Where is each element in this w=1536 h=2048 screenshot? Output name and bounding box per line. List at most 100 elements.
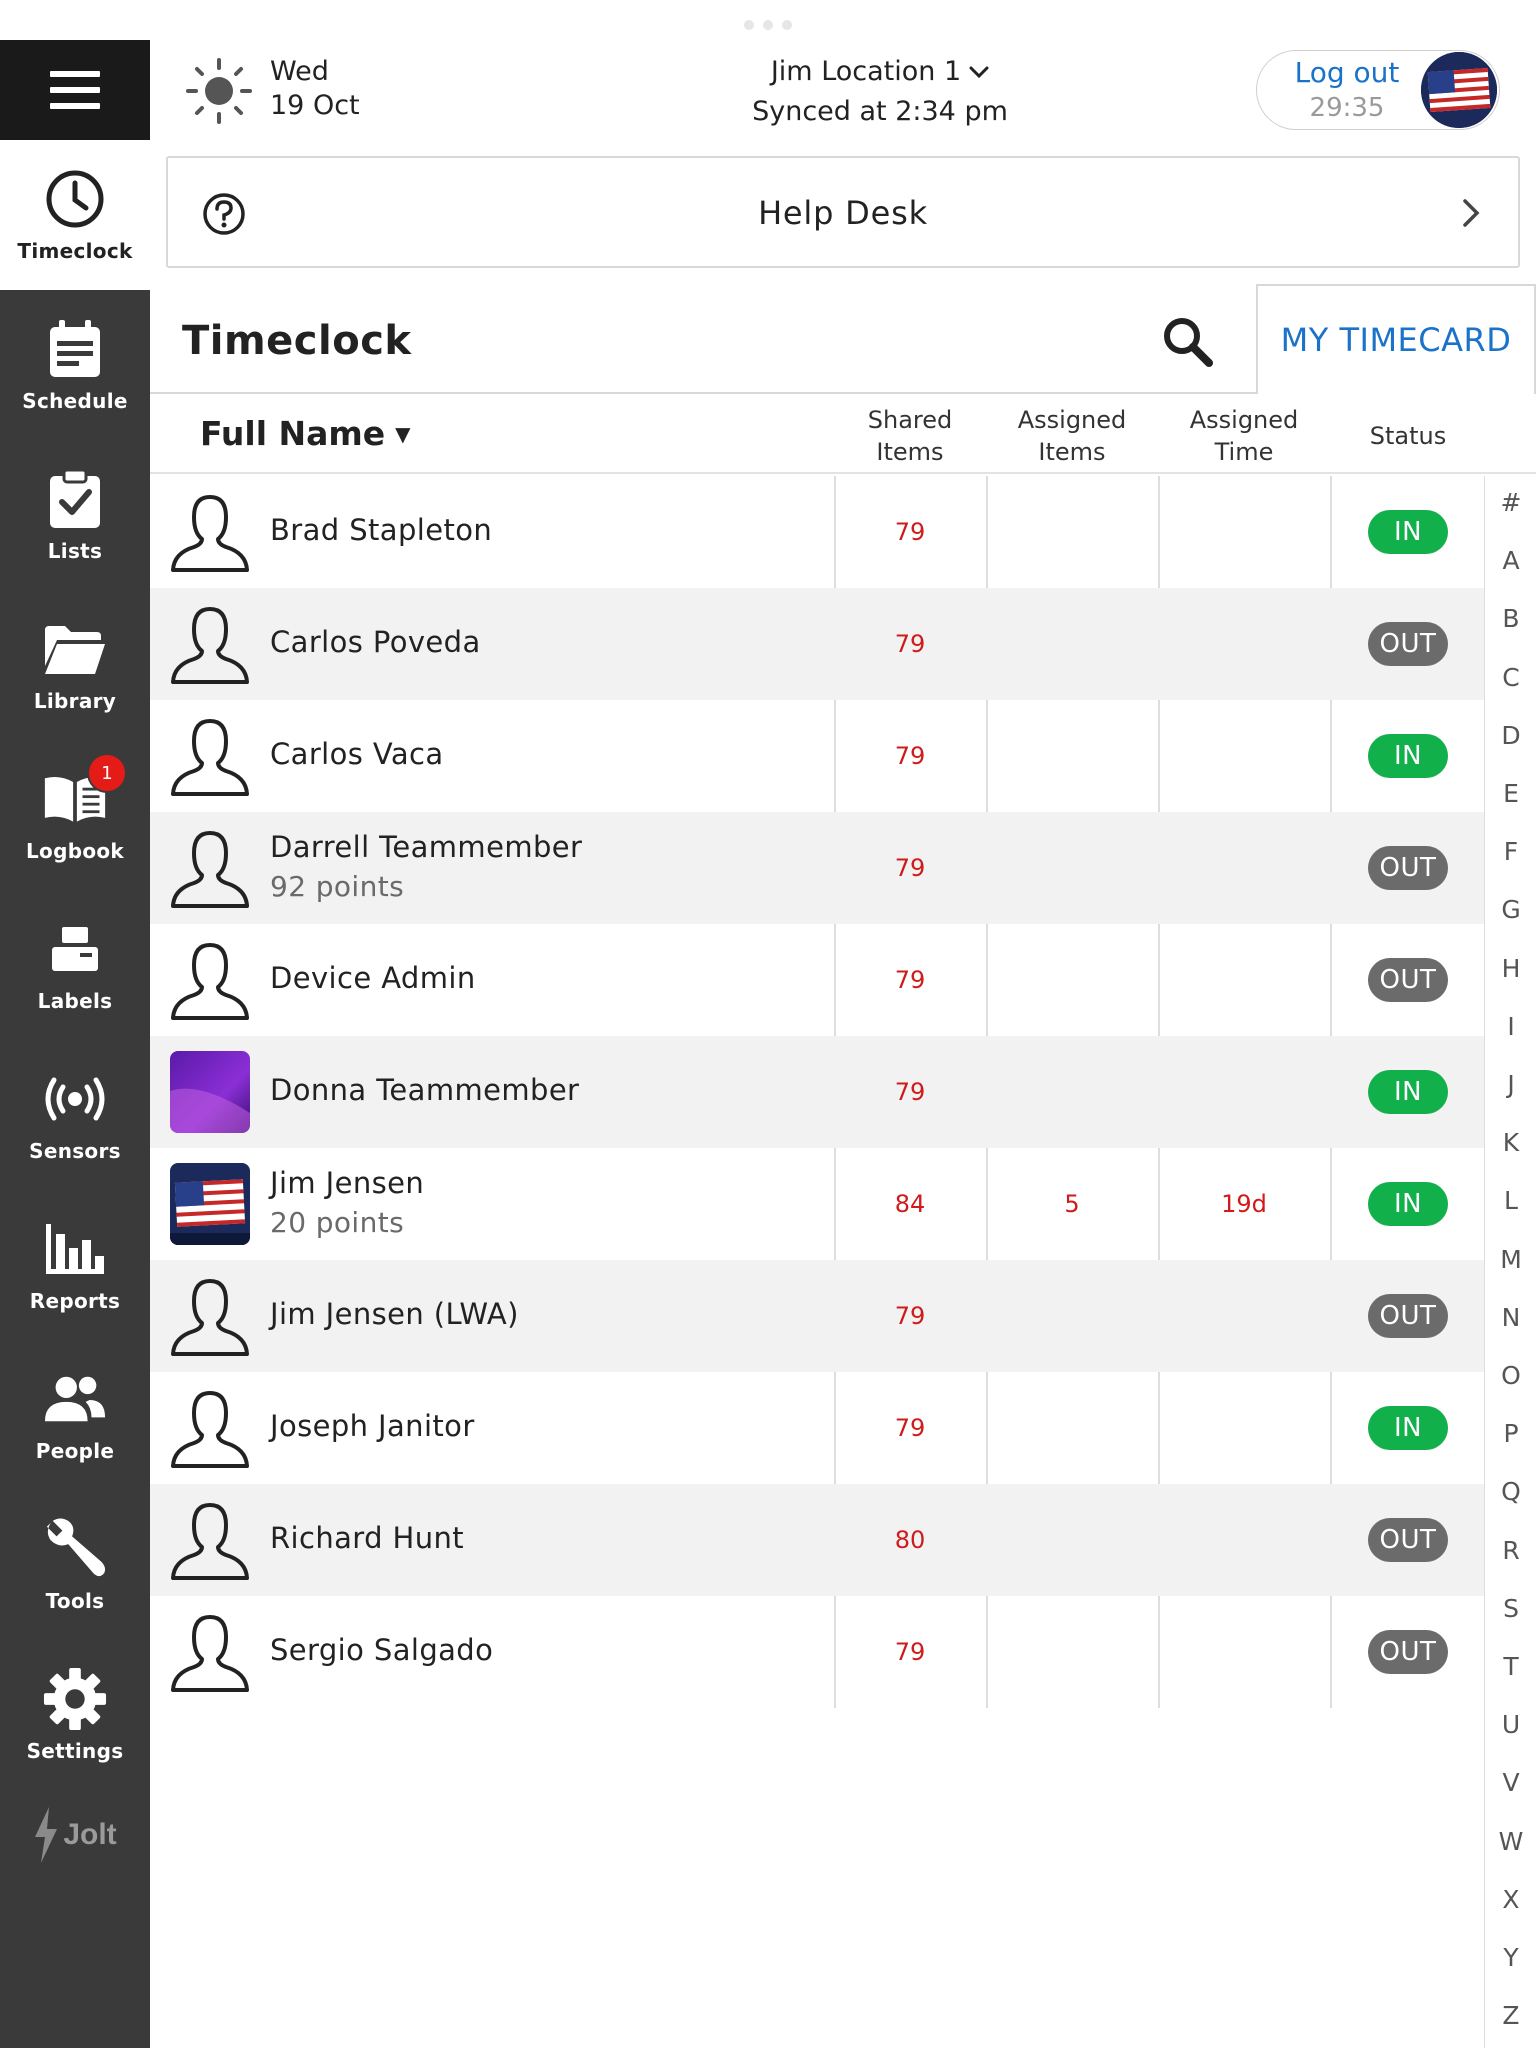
alpha-index-letter[interactable]: F: [1485, 837, 1536, 866]
sidebar-item-labels[interactable]: Labels: [0, 890, 150, 1040]
status-badge[interactable]: OUT: [1368, 958, 1448, 1002]
alpha-index-letter[interactable]: X: [1485, 1885, 1536, 1914]
my-timecard-button[interactable]: MY TIMECARD: [1256, 284, 1536, 394]
status-badge[interactable]: OUT: [1368, 1518, 1448, 1562]
shared-items-cell: 79: [894, 966, 926, 994]
logout-button[interactable]: Log out: [1277, 55, 1417, 91]
sidebar-item-reports[interactable]: Reports: [0, 1190, 150, 1340]
help-desk-label: Help Desk: [758, 194, 928, 232]
user-avatar[interactable]: [1421, 52, 1497, 128]
status-badge[interactable]: OUT: [1368, 1630, 1448, 1674]
shared-items-cell: 79: [894, 742, 926, 770]
alpha-index-letter[interactable]: U: [1485, 1710, 1536, 1739]
person-name: Carlos Poveda: [270, 625, 481, 659]
alpha-index-letter[interactable]: N: [1485, 1303, 1536, 1332]
table-row[interactable]: Joseph Janitor 79 IN: [150, 1372, 1484, 1484]
alpha-index-letter[interactable]: T: [1485, 1652, 1536, 1681]
table-row[interactable]: Sergio Salgado 79 OUT: [150, 1596, 1484, 1708]
assigned-time-cell: [1158, 1596, 1330, 1708]
location-selector[interactable]: Jim Location 1: [771, 52, 989, 92]
sort-down-icon: ▼: [395, 421, 411, 446]
assigned-items-cell: [986, 1260, 1158, 1372]
table-row[interactable]: Device Admin 79 OUT: [150, 924, 1484, 1036]
alpha-index-letter[interactable]: R: [1485, 1536, 1536, 1565]
sidebar-item-library[interactable]: Library: [0, 590, 150, 740]
sidebar-item-lists[interactable]: Lists: [0, 440, 150, 590]
alpha-index-letter[interactable]: Z: [1485, 2001, 1536, 2030]
alpha-index-letter[interactable]: B: [1485, 604, 1536, 633]
shared-items-cell: 79: [894, 630, 926, 658]
day-label: Wed: [270, 56, 329, 87]
status-badge[interactable]: OUT: [1368, 622, 1448, 666]
alpha-index-letter[interactable]: #: [1485, 488, 1536, 517]
shared-items-cell: 79: [894, 854, 926, 882]
alpha-index-letter[interactable]: Q: [1485, 1477, 1536, 1506]
person-name: Darrell Teammember: [270, 830, 583, 864]
alpha-index-letter[interactable]: J: [1485, 1070, 1536, 1099]
help-desk-button[interactable]: Help Desk: [166, 156, 1520, 268]
avatar: [170, 491, 250, 573]
sidebar-item-logbook[interactable]: 1 Logbook: [0, 740, 150, 890]
alpha-index-letter[interactable]: D: [1485, 721, 1536, 750]
table-row[interactable]: Richard Hunt 80 OUT: [150, 1484, 1484, 1596]
status-badge[interactable]: IN: [1368, 1182, 1448, 1226]
person-name: Richard Hunt: [270, 1521, 465, 1555]
status-badge[interactable]: OUT: [1368, 1294, 1448, 1338]
alpha-index-letter[interactable]: V: [1485, 1768, 1536, 1797]
sidebar-item-label: Settings: [26, 1739, 124, 1763]
status-badge[interactable]: IN: [1368, 510, 1448, 554]
sidebar-item-label: People: [35, 1439, 115, 1463]
table-header: Full Name ▼ Shared Items Assigned Items …: [150, 396, 1536, 474]
assigned-time-cell: [1158, 1484, 1330, 1596]
alpha-index-letter[interactable]: K: [1485, 1128, 1536, 1157]
alpha-index-letter[interactable]: E: [1485, 779, 1536, 808]
status-badge[interactable]: IN: [1368, 1406, 1448, 1450]
sidebar-item-sensors[interactable]: Sensors: [0, 1040, 150, 1190]
alpha-index-letter[interactable]: L: [1485, 1186, 1536, 1215]
status-badge[interactable]: IN: [1368, 734, 1448, 778]
table-row[interactable]: Carlos Poveda 79 OUT: [150, 588, 1484, 700]
table-row[interactable]: Brad Stapleton 79 IN: [150, 476, 1484, 588]
alpha-index-letter[interactable]: O: [1485, 1361, 1536, 1390]
alpha-index-letter[interactable]: P: [1485, 1419, 1536, 1448]
column-header-assigned-time: Assigned Time: [1189, 406, 1299, 466]
table-row[interactable]: Jim Jensen (LWA) 79 OUT: [150, 1260, 1484, 1372]
sidebar-item-people[interactable]: People: [0, 1340, 150, 1490]
table-row[interactable]: Darrell Teammember 92 points 79 OUT: [150, 812, 1484, 924]
assigned-time-cell: 19d: [1221, 1190, 1267, 1218]
menu-button[interactable]: [0, 40, 150, 140]
alpha-index-letter[interactable]: I: [1485, 1012, 1536, 1041]
alpha-index-letter[interactable]: W: [1485, 1827, 1536, 1856]
assigned-items-cell: [986, 1484, 1158, 1596]
assigned-items-cell: [986, 588, 1158, 700]
assigned-time-cell: [1158, 1036, 1330, 1148]
brand-name: Jolt: [63, 1818, 117, 1851]
status-badge[interactable]: OUT: [1368, 846, 1448, 890]
person-name: Joseph Janitor: [270, 1409, 475, 1443]
flag-image: [1421, 52, 1497, 128]
sort-full-name[interactable]: Full Name ▼: [200, 414, 411, 453]
assigned-time-cell: [1158, 588, 1330, 700]
sun-icon: [186, 58, 252, 124]
status-badge[interactable]: IN: [1368, 1070, 1448, 1114]
table-row[interactable]: Donna Teammember 79 IN: [150, 1036, 1484, 1148]
search-icon[interactable]: [1160, 314, 1214, 368]
sidebar-item-settings[interactable]: Settings: [0, 1640, 150, 1790]
session-timer: 29:35: [1309, 93, 1385, 123]
alpha-index-letter[interactable]: H: [1485, 954, 1536, 983]
sidebar-item-timeclock[interactable]: Timeclock: [0, 140, 150, 290]
alpha-index-letter[interactable]: S: [1485, 1594, 1536, 1623]
table-row[interactable]: Carlos Vaca 79 IN: [150, 700, 1484, 812]
alpha-index-letter[interactable]: M: [1485, 1245, 1536, 1274]
alpha-index-letter[interactable]: C: [1485, 663, 1536, 692]
alpha-index-letter[interactable]: Y: [1485, 1943, 1536, 1972]
table-row[interactable]: Jim Jensen 20 points 84 5 19d IN: [150, 1148, 1484, 1260]
sidebar-item-schedule[interactable]: Schedule: [0, 290, 150, 440]
assigned-items-cell: [986, 476, 1158, 588]
alpha-index-letter[interactable]: G: [1485, 895, 1536, 924]
alpha-index-letter[interactable]: A: [1485, 546, 1536, 575]
assigned-items-cell: [986, 1596, 1158, 1708]
column-header-shared-items: Shared Items: [867, 406, 953, 466]
profile-photo: [170, 1051, 250, 1133]
sidebar-item-tools[interactable]: Tools: [0, 1490, 150, 1640]
